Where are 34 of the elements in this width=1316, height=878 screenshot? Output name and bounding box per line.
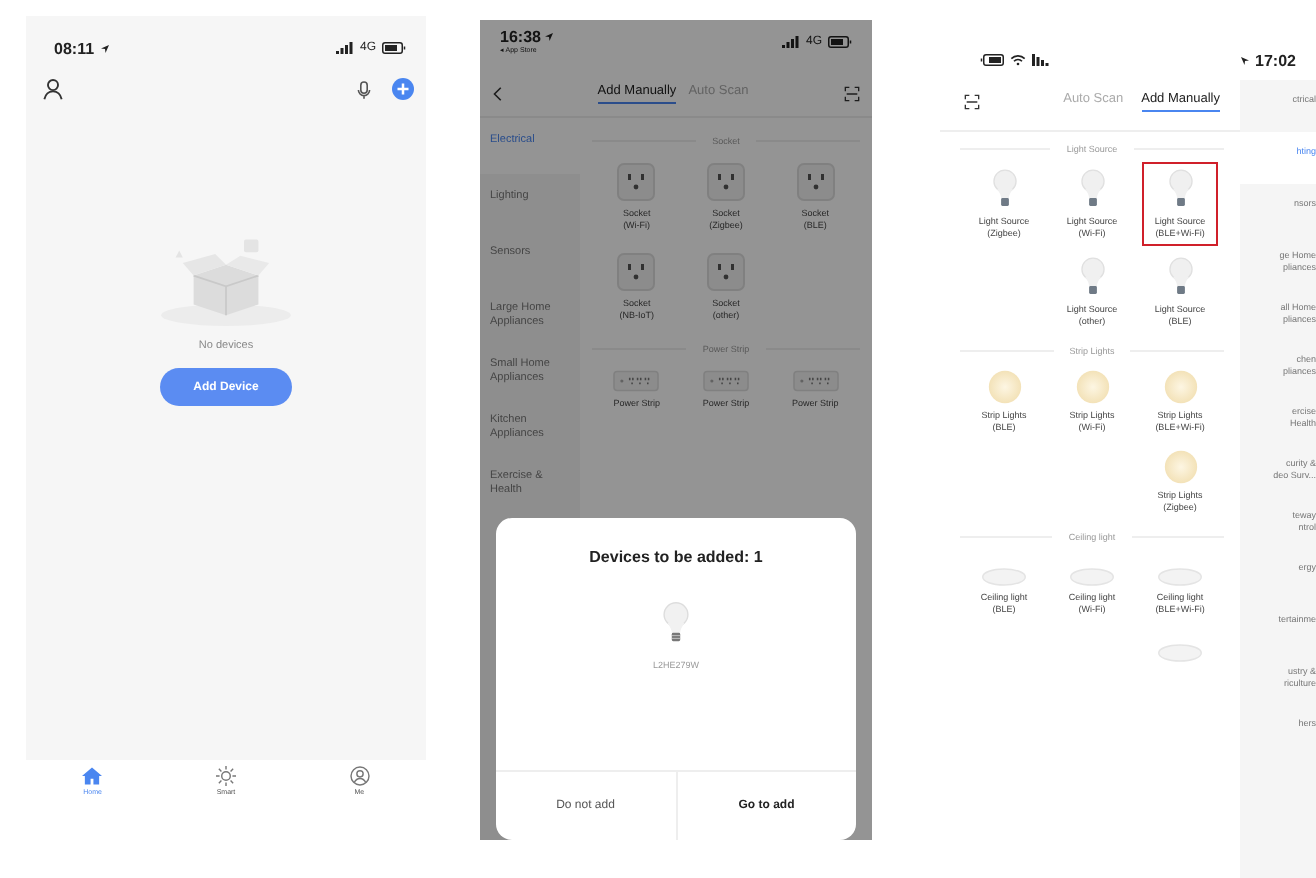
socket-icon[interactable]	[705, 162, 746, 202]
home-icon	[82, 766, 103, 786]
battery-icon	[980, 54, 1004, 66]
add-icon[interactable]	[392, 78, 414, 100]
scan-icon[interactable]	[844, 86, 860, 102]
socket-icon[interactable]	[705, 252, 746, 292]
status-time: 16:38	[500, 28, 541, 46]
sun-icon	[215, 766, 236, 786]
wifi-icon	[1010, 54, 1026, 66]
socket-icon[interactable]	[795, 162, 836, 202]
signal-icon	[1032, 54, 1050, 66]
location-arrow-icon	[100, 43, 111, 53]
microphone-icon[interactable]	[356, 79, 372, 99]
socket-icon[interactable]	[616, 162, 657, 202]
battery-icon	[382, 42, 406, 54]
person-icon[interactable]	[42, 78, 64, 100]
battery-icon	[828, 36, 852, 48]
light-bulb-icon[interactable]	[1167, 168, 1193, 210]
light-bulb-icon[interactable]	[1167, 256, 1193, 298]
light-bulb-icon[interactable]	[1079, 168, 1106, 210]
scan-icon[interactable]	[964, 94, 980, 110]
profile-icon	[349, 766, 370, 786]
status-time: 17:02	[1255, 51, 1296, 69]
dialog-title: Devices to be added: 1	[589, 548, 763, 566]
signal-icon	[781, 36, 800, 48]
light-bulb-icon[interactable]	[1079, 256, 1106, 298]
back-icon[interactable]	[492, 86, 502, 102]
light-bulb-icon[interactable]	[991, 168, 1018, 210]
light-bulb-icon	[662, 600, 690, 646]
signal-icon	[335, 42, 354, 54]
location-arrow-icon	[1239, 55, 1250, 65]
status-time: 08:11	[54, 39, 95, 57]
socket-icon[interactable]	[616, 252, 657, 292]
location-arrow-icon	[544, 32, 555, 42]
